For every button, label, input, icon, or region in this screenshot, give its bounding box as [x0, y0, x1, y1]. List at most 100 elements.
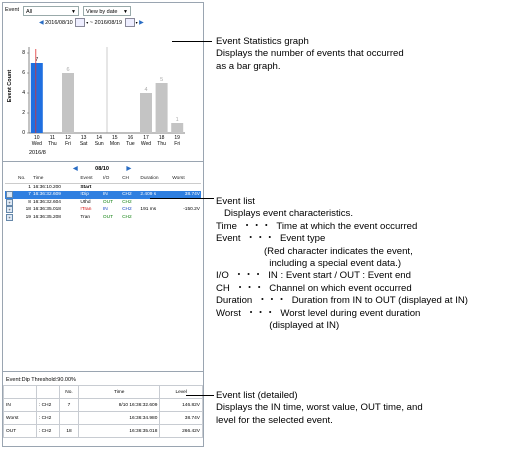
event-filter-label: Event — [5, 7, 20, 13]
detail-header: No. Time Level — [3, 385, 203, 399]
cell-ch: CH2 — [121, 191, 140, 199]
col-io: I/O — [101, 175, 122, 184]
event-panel: Event All ▼ View by date ▼ ◀ 2016/08/10 … — [2, 2, 204, 447]
detail-time: 8/10 16:36:32.609 — [77, 398, 161, 412]
view-mode-select[interactable]: View by date ▼ — [83, 6, 131, 16]
detail-row: IN: CH2 7 8/10 16:36:32.609 146.82V — [3, 398, 203, 412]
cell-io: IN — [101, 191, 122, 199]
col-worst: Worst — [171, 175, 201, 184]
expand-icon[interactable]: + — [6, 191, 13, 199]
x-tick-label: 14 Sun — [94, 135, 104, 147]
expand-cell[interactable]: + — [5, 206, 17, 214]
date-to: 2016/08/19 — [94, 20, 123, 26]
list-annotation: Event list Displays event characteristic… — [216, 196, 468, 332]
cell-io: OUT — [102, 214, 114, 220]
detail-col-time: Time — [77, 385, 161, 399]
detail-row: Worst: CH2 16:36:34.980 38.74V — [3, 411, 203, 425]
bar[interactable] — [140, 93, 152, 133]
detail-annotation-line: Displays the IN time, worst value, OUT t… — [216, 402, 423, 414]
x-tick-label: 15 Mon — [109, 135, 120, 147]
cell-time: 16:36:32.609 — [31, 191, 80, 199]
detail-table: No. Time Level IN: CH2 7 8/10 16:36:32.609… — [3, 385, 203, 438]
cell-io — [102, 183, 121, 191]
event-filter-select[interactable]: All ▼ — [23, 6, 79, 16]
bar-value-label: 6 — [66, 67, 69, 73]
detail-level: 146.82V — [159, 398, 203, 412]
detail-ch: : CH2 — [36, 411, 60, 425]
expand-icon[interactable]: + — [6, 206, 13, 214]
calendar-icon[interactable] — [75, 18, 86, 28]
x-tick-label: 16 Tue — [126, 135, 135, 147]
cell-no: 7 — [17, 191, 32, 199]
date-from: 2016/08/10 — [45, 20, 73, 26]
graph-annotation-line: Displays the number of events that occur… — [216, 48, 404, 60]
event-detail: Event:Dip Threshold:90.00% No. Time Leve… — [3, 375, 203, 438]
expand-cell[interactable]: + — [5, 191, 17, 199]
detail-time: 16:36:34.980 — [77, 411, 161, 425]
list-annotation-line: Event ・・・ Event type — [216, 233, 326, 245]
expand-cell[interactable]: + — [5, 198, 17, 207]
list-annotation-line: (displayed at IN) — [216, 320, 340, 332]
detail-row: OUT: CH2 18 16:36:35.018 266.42V — [3, 424, 203, 438]
detail-col-level: Level — [159, 385, 203, 399]
graph-leader-line — [172, 41, 212, 42]
bar[interactable] — [155, 83, 168, 133]
bar[interactable] — [30, 63, 43, 133]
detail-annotation-line: level for the selected event. — [216, 414, 333, 426]
cell-worst — [171, 183, 201, 191]
toolbar: Event All ▼ View by date ▼ — [3, 5, 203, 17]
prev-range-icon[interactable]: ◀ — [39, 20, 44, 26]
cell-duration: 191 ms — [140, 207, 157, 213]
list-leader-line — [150, 198, 214, 199]
bar-value-label: 1 — [176, 117, 179, 123]
cell-worst — [171, 199, 201, 207]
date-range-row: ◀ 2016/08/10 ▾ ~ 2016/08/19 ▾ ▶ — [39, 18, 144, 28]
next-range-icon[interactable]: ▶ — [139, 20, 144, 26]
cell-no: 1 — [28, 184, 31, 190]
cell-no: 8 — [28, 199, 31, 205]
cell-io: OUT — [102, 199, 114, 205]
cell-ch: CH2 — [122, 207, 132, 213]
table-row[interactable]: +18 16:36:35.018 !Tran IN CH2 191 ms -150.2V — [5, 206, 201, 214]
cell-worst: -150.2V — [183, 207, 200, 213]
list-annotation-line: Worst ・・・ Worst level during event durat… — [216, 307, 421, 319]
x-tick-label: 17 Wed — [140, 135, 152, 147]
expand-icon[interactable]: + — [6, 213, 13, 221]
next-day-icon[interactable]: ▶ — [126, 166, 131, 172]
bar[interactable] — [171, 123, 184, 133]
list-date: 08/10 — [95, 166, 109, 172]
cell-ch: CH2 — [122, 214, 132, 220]
x-tick-label: 10 Wed — [31, 135, 42, 147]
col-duration: Duration — [139, 175, 172, 184]
table-row[interactable]: +19 16:36:35.208 Tran OUT CH2 — [5, 213, 201, 222]
cell-no: 19 — [25, 214, 31, 220]
expand-icon[interactable]: + — [6, 198, 13, 206]
cell-time: 16:36:35.018 — [32, 207, 61, 213]
col-event: Event — [79, 175, 102, 184]
detail-col-no: No. — [59, 385, 79, 399]
graph-annotation: Event Statistics graph Displays the numb… — [216, 36, 404, 73]
event-statistics-chart: Event Count 02468 76451 10 Wed 11 Thu 12 Fri 1… — [3, 29, 203, 157]
detail-no — [59, 411, 79, 425]
x-tick-label: 19 Fri — [174, 135, 181, 147]
calendar-icon[interactable] — [124, 18, 135, 28]
bar[interactable] — [62, 73, 74, 133]
table-row[interactable]: 1 16:36:10.200 Start — [5, 183, 201, 191]
expand-cell[interactable]: + — [5, 213, 17, 222]
list-annotation-line: I/O ・・・ IN : Event start / OUT : Event e… — [216, 270, 411, 282]
cell-event: Uthd — [80, 199, 91, 205]
cell-ch — [121, 183, 139, 191]
cell-time: 16:36:32.604 — [32, 199, 61, 205]
list-annotation-line: Displays event characteristics. — [216, 208, 354, 220]
cell-no: 18 — [25, 207, 31, 213]
table-row[interactable]: +8 16:36:32.604 Uthd OUT CH2 — [5, 198, 201, 207]
list-annotation-line: (Red character indicates the event, — [216, 245, 413, 257]
x-tick-label: 13 Sat — [79, 135, 88, 147]
cell-io: IN — [102, 207, 108, 213]
prev-day-icon[interactable]: ◀ — [73, 166, 78, 172]
chevron-down-icon: ▼ — [123, 9, 128, 15]
detail-level: 266.42V — [159, 424, 203, 438]
section-divider — [3, 371, 203, 372]
cell-event: !Dip — [79, 191, 102, 199]
event-list-header: No. Time Event I/O CH Duration Worst — [5, 175, 201, 184]
